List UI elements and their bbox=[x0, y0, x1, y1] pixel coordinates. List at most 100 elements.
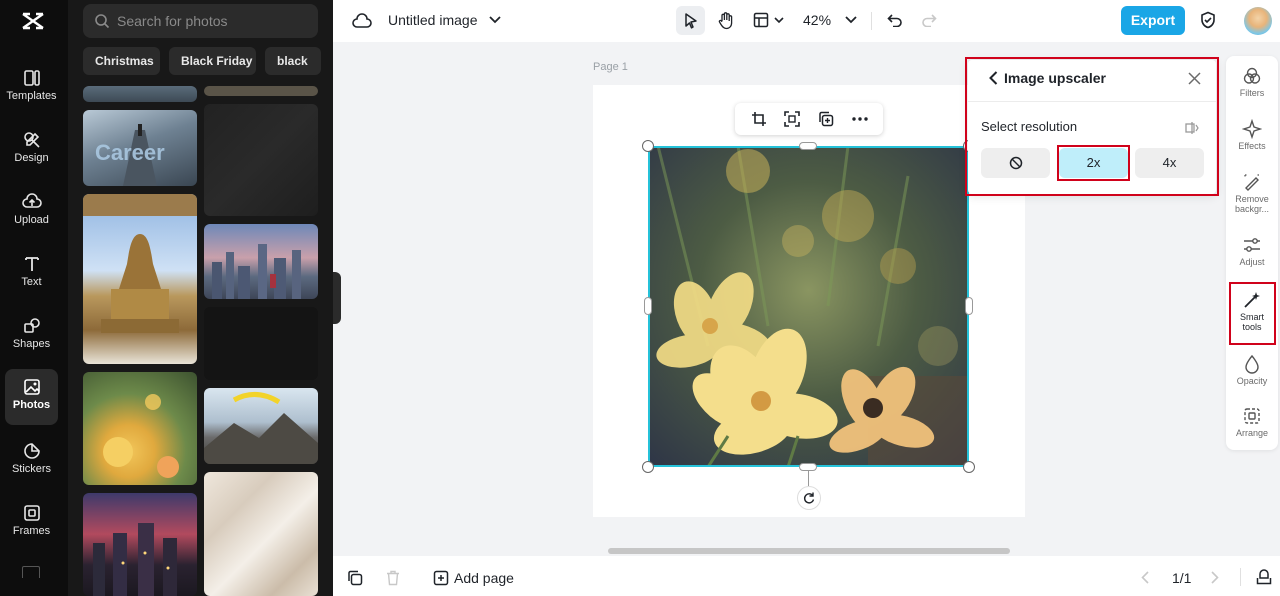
filters-icon bbox=[1243, 67, 1261, 84]
cloud-save-icon[interactable] bbox=[350, 9, 374, 33]
bottom-divider bbox=[1240, 568, 1241, 586]
photo-thumbnail[interactable] bbox=[83, 194, 197, 364]
rotate-handle[interactable] bbox=[797, 486, 821, 510]
chip-black[interactable]: black bbox=[265, 47, 321, 75]
crop-icon[interactable] bbox=[749, 109, 769, 129]
frames-icon bbox=[23, 505, 40, 521]
next-page-icon[interactable] bbox=[1206, 568, 1224, 586]
tool-opacity[interactable]: Opacity bbox=[1226, 354, 1278, 386]
photo-thumbnail[interactable] bbox=[204, 104, 318, 216]
toolbar-divider bbox=[871, 12, 872, 30]
chip-christmas[interactable]: Christmas bbox=[83, 47, 160, 75]
nav-label: Upload bbox=[14, 214, 49, 226]
templates-icon bbox=[23, 70, 40, 86]
photo-thumbnail[interactable] bbox=[204, 388, 318, 464]
tool-label: Remove backgr... bbox=[1234, 194, 1270, 214]
photo-thumbnail[interactable] bbox=[204, 307, 318, 380]
arrange-icon bbox=[1244, 408, 1260, 424]
effects-icon bbox=[1242, 119, 1262, 139]
design-icon bbox=[23, 132, 40, 148]
resize-handle[interactable] bbox=[965, 297, 973, 315]
chip-black-friday[interactable]: Black Friday bbox=[169, 47, 256, 75]
resize-handle[interactable] bbox=[799, 142, 817, 150]
tool-label: Effects bbox=[1238, 141, 1266, 151]
resize-handle[interactable] bbox=[642, 140, 654, 152]
shield-icon[interactable] bbox=[1197, 9, 1219, 31]
nav-label: Frames bbox=[12, 525, 51, 537]
resize-handle[interactable] bbox=[963, 461, 975, 473]
search-icon bbox=[95, 14, 110, 29]
tool-label: Opacity bbox=[1236, 376, 1268, 386]
search-input[interactable] bbox=[117, 4, 313, 38]
hand-tool-button[interactable] bbox=[711, 6, 740, 35]
svg-text:Career: Career bbox=[95, 140, 165, 165]
cursor-icon bbox=[684, 12, 697, 29]
adjust-icon bbox=[1244, 238, 1260, 252]
avatar[interactable] bbox=[1244, 7, 1272, 35]
hand-icon bbox=[718, 11, 732, 29]
collapse-panel-handle[interactable] bbox=[333, 272, 341, 324]
nav-frames[interactable]: Frames bbox=[5, 495, 58, 549]
tool-filters[interactable]: Filters bbox=[1226, 66, 1278, 98]
search-box[interactable] bbox=[83, 4, 318, 38]
duplicate-page-icon[interactable] bbox=[345, 568, 365, 588]
nav-label: Stickers bbox=[11, 463, 52, 475]
chevron-down-icon[interactable] bbox=[773, 14, 785, 26]
document-title[interactable]: Untitled image bbox=[388, 12, 478, 28]
chevron-down-icon[interactable] bbox=[487, 12, 503, 28]
element-toolbar bbox=[735, 103, 883, 135]
page-label: Page 1 bbox=[593, 61, 628, 73]
photo-thumbnail[interactable]: Career bbox=[83, 110, 197, 186]
nav-label: Text bbox=[21, 276, 42, 288]
delete-page-icon[interactable] bbox=[383, 568, 403, 588]
pages-panel-icon[interactable] bbox=[1254, 567, 1274, 587]
tool-label: Filters bbox=[1239, 88, 1265, 98]
layout-icon[interactable] bbox=[750, 8, 772, 32]
export-button[interactable]: Export bbox=[1121, 6, 1185, 35]
more-icon[interactable] bbox=[850, 109, 870, 129]
add-page-button[interactable]: Add page bbox=[454, 570, 514, 586]
photo-thumbnail[interactable] bbox=[204, 224, 318, 299]
nav-text[interactable]: Text bbox=[5, 246, 58, 300]
selection-frame bbox=[648, 146, 969, 467]
add-page-icon[interactable] bbox=[431, 568, 451, 588]
nav-upload[interactable]: Upload bbox=[5, 184, 58, 238]
resize-handle[interactable] bbox=[642, 461, 654, 473]
photo-thumbnail[interactable] bbox=[83, 86, 197, 102]
photo-thumbnail[interactable] bbox=[83, 372, 197, 485]
redo-icon[interactable] bbox=[918, 9, 940, 31]
nav-label: Photos bbox=[12, 399, 51, 411]
photos-panel: Christmas Black Friday black Career bbox=[68, 0, 333, 596]
resize-handle[interactable] bbox=[644, 297, 652, 315]
undo-icon[interactable] bbox=[884, 9, 906, 31]
tool-remove-background[interactable]: Remove backgr... bbox=[1226, 172, 1278, 214]
nav-label: Shapes bbox=[12, 338, 51, 350]
previous-page-icon[interactable] bbox=[1136, 568, 1154, 586]
tool-adjust[interactable]: Adjust bbox=[1226, 235, 1278, 267]
tool-arrange[interactable]: Arrange bbox=[1226, 406, 1278, 438]
nav-photos[interactable]: Photos bbox=[5, 369, 58, 425]
shapes-icon bbox=[23, 318, 40, 333]
duplicate-icon[interactable] bbox=[816, 109, 836, 129]
photo-thumbnail[interactable] bbox=[204, 86, 318, 96]
app-logo[interactable] bbox=[18, 10, 48, 32]
photo-thumbnail[interactable] bbox=[204, 472, 318, 596]
photo-thumbnail[interactable] bbox=[83, 493, 197, 596]
select-tool-button[interactable] bbox=[676, 6, 705, 35]
rotate-icon bbox=[803, 492, 815, 504]
nav-design[interactable]: Design bbox=[5, 122, 58, 176]
nav-templates[interactable]: Templates bbox=[5, 60, 58, 114]
highlight-2x bbox=[1057, 145, 1130, 181]
tool-label: Adjust bbox=[1239, 257, 1265, 267]
page-counter: 1/1 bbox=[1172, 570, 1192, 586]
chevron-down-icon[interactable] bbox=[843, 12, 859, 28]
zoom-level[interactable]: 42% bbox=[803, 12, 831, 28]
smart-select-icon[interactable] bbox=[782, 109, 802, 129]
stickers-icon bbox=[23, 443, 40, 459]
tool-effects[interactable]: Effects bbox=[1226, 119, 1278, 151]
nav-shapes[interactable]: Shapes bbox=[5, 308, 58, 362]
nav-stickers[interactable]: Stickers bbox=[5, 433, 58, 487]
remove-background-icon bbox=[1244, 174, 1259, 191]
more-nav-icon[interactable] bbox=[22, 566, 40, 578]
horizontal-scrollbar[interactable] bbox=[608, 548, 1010, 554]
